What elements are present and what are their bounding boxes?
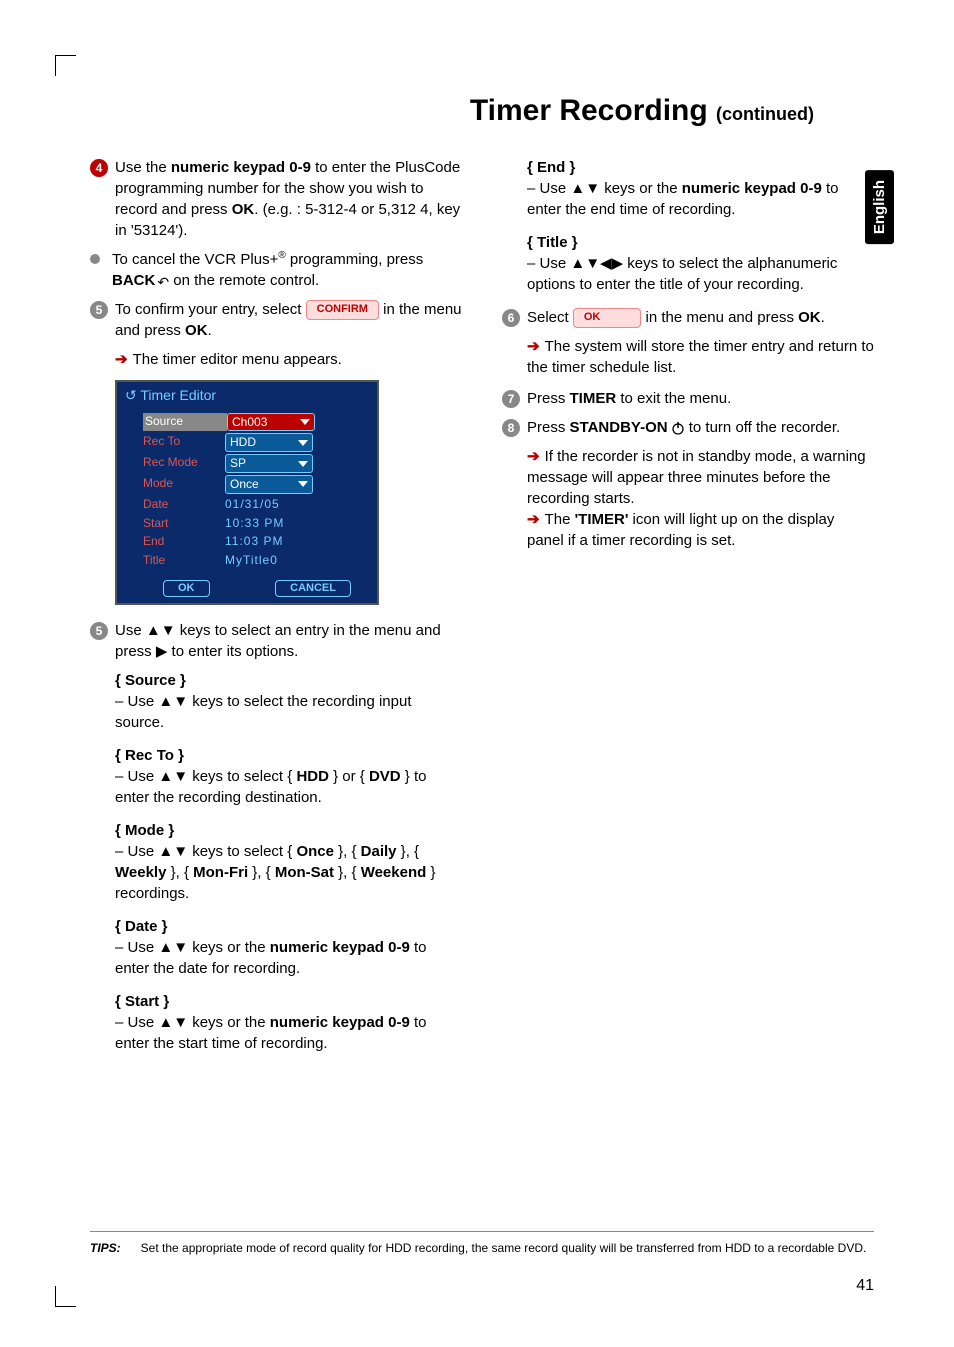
step6-result: ➔The system will store the timer entry a… <box>527 336 874 378</box>
right-column: { End } – Use ▲▼ keys or the numeric key… <box>502 157 874 1066</box>
step5a-text: To confirm your entry, select CONFIRM in… <box>115 299 462 341</box>
panel-value-pill: HDD <box>225 433 313 452</box>
page-title: Timer Recording (continued) <box>90 90 874 132</box>
panel-value-pill: SP <box>225 454 313 473</box>
step5a-result: ➔The timer editor menu appears. <box>115 349 462 370</box>
title-main: Timer Recording <box>470 94 716 127</box>
back-arc-icon: ↶ <box>157 273 169 293</box>
dropdown-icon <box>298 440 308 446</box>
step-number-8: 8 <box>502 419 520 437</box>
step8-result2: ➔The 'TIMER' icon will light up on the d… <box>527 509 874 551</box>
option-end: { End } – Use ▲▼ keys or the numeric key… <box>527 157 874 220</box>
step4-text: Use the numeric keypad 0-9 to enter the … <box>115 157 462 241</box>
result-arrow-icon: ➔ <box>115 351 128 368</box>
step-number-5a: 5 <box>90 301 108 319</box>
panel-value: 01/31/05 <box>225 496 325 513</box>
crop-mark <box>55 55 76 76</box>
page-number: 41 <box>856 1275 874 1297</box>
result-arrow-icon: ➔ <box>527 338 540 355</box>
panel-cancel-button: CANCEL <box>275 580 351 597</box>
panel-value-pill: Once <box>225 475 313 494</box>
panel-value: MyTitle0 <box>225 552 325 569</box>
option-recto: { Rec To } – Use ▲▼ keys to select { HDD… <box>115 745 462 808</box>
step-number-6: 6 <box>502 309 520 327</box>
timer-editor-panel: Timer Editor SourceCh003 Rec ToHDD Rec M… <box>115 380 379 605</box>
title-continued: (continued) <box>716 104 814 124</box>
panel-label: Source <box>143 413 227 432</box>
step8-result1: ➔If the recorder is not in standby mode,… <box>527 446 874 509</box>
step-number-5b: 5 <box>90 622 108 640</box>
option-date: { Date } – Use ▲▼ keys or the numeric ke… <box>115 916 462 979</box>
step8-text: Press STANDBY-ON to turn off the recorde… <box>527 417 874 438</box>
option-mode: { Mode } – Use ▲▼ keys to select { Once … <box>115 820 462 904</box>
ok-pill: OK <box>573 308 642 327</box>
option-start: { Start } – Use ▲▼ keys or the numeric k… <box>115 991 462 1054</box>
bullet-icon <box>90 254 100 264</box>
dropdown-icon <box>298 461 308 467</box>
dropdown-icon <box>298 481 308 487</box>
step-number-4: 4 <box>90 159 108 177</box>
panel-label: End <box>143 533 225 550</box>
panel-label: Rec Mode <box>143 454 225 473</box>
panel-value: 10:33 PM <box>225 515 325 532</box>
panel-label: Start <box>143 515 225 532</box>
panel-label: Rec To <box>143 433 225 452</box>
dropdown-icon <box>300 419 310 425</box>
panel-value: 11:03 PM <box>225 533 325 550</box>
panel-label: Mode <box>143 475 225 494</box>
step7-text: Press TIMER to exit the menu. <box>527 388 874 409</box>
option-source: { Source } – Use ▲▼ keys to select the r… <box>115 670 462 733</box>
step6-text: Select OK in the menu and press OK. <box>527 307 874 328</box>
tips-footer: TIPS: Set the appropriate mode of record… <box>90 1231 874 1257</box>
panel-title: Timer Editor <box>117 382 377 410</box>
step5b-text: Use ▲▼ keys to select an entry in the me… <box>115 620 462 662</box>
cancel-text: To cancel the VCR Plus+® programming, pr… <box>112 249 462 291</box>
power-icon <box>671 421 685 435</box>
left-column: 4 Use the numeric keypad 0-9 to enter th… <box>90 157 462 1066</box>
language-tab: English <box>865 170 894 244</box>
result-arrow-icon: ➔ <box>527 511 540 528</box>
tips-text: Set the appropriate mode of record quali… <box>141 1240 867 1257</box>
panel-label: Title <box>143 552 225 569</box>
result-arrow-icon: ➔ <box>527 448 540 465</box>
confirm-pill: CONFIRM <box>306 300 379 319</box>
panel-ok-button: OK <box>163 580 210 597</box>
crop-mark <box>55 1286 76 1307</box>
option-title: { Title } – Use ▲▼◀▶ keys to select the … <box>527 232 874 295</box>
panel-value-pill: Ch003 <box>227 413 315 432</box>
step-number-7: 7 <box>502 390 520 408</box>
panel-label: Date <box>143 496 225 513</box>
tips-label: TIPS: <box>90 1240 121 1257</box>
